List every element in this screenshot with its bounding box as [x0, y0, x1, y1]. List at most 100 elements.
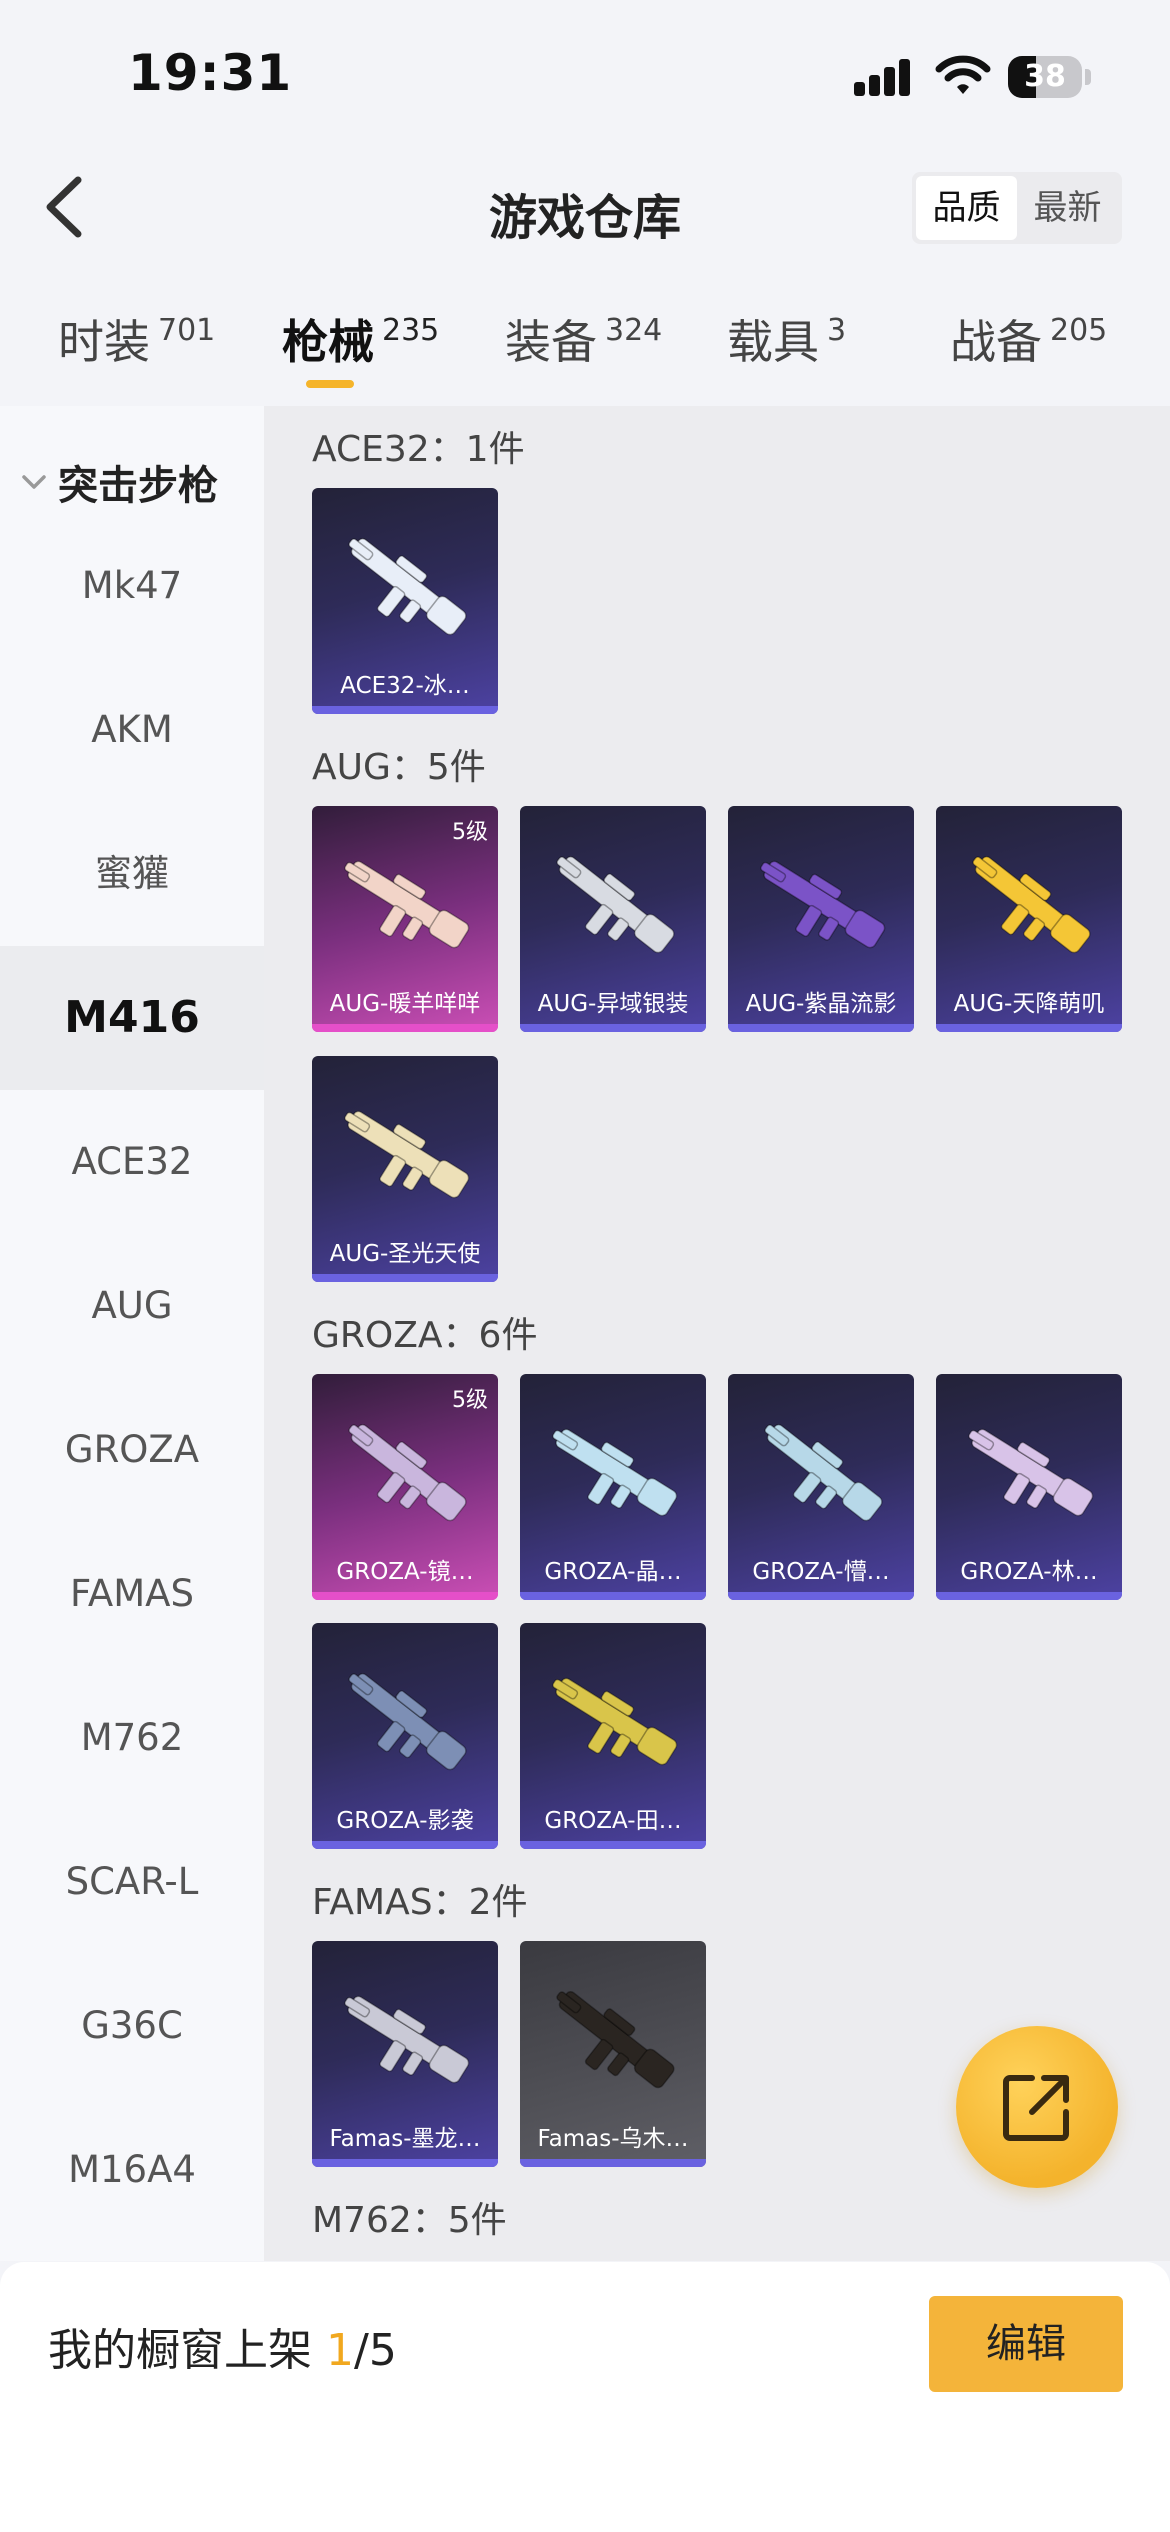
tab-fashion[interactable]: 时装 701 [58, 306, 215, 372]
weapon-grid: ACE32：1件 ACE32-冰… AUG：5件 5级 AUG-暖羊咩咩 AUG-异域银装… [264, 406, 1170, 2261]
showcase-status: 我的橱窗上架 1/5 [48, 2314, 397, 2378]
rarity-stripe [312, 1841, 498, 1849]
weapon-card[interactable]: AUG-紫晶流影 [728, 806, 914, 1032]
rarity-stripe [312, 1274, 498, 1282]
weapon-skin-image [760, 860, 886, 949]
tab-count: 205 [1050, 313, 1108, 348]
weapon-skin-image [344, 1995, 470, 2084]
sidebar-group-label: 突击步枪 [58, 463, 218, 509]
weapon-card[interactable]: GROZA-懵… [728, 1374, 914, 1600]
weapon-name: AUG-紫晶流影 [745, 991, 897, 1017]
tab-count: 3 [827, 313, 847, 348]
section-title: AUG：5件 [312, 747, 486, 788]
sort-toggle: 品质 最新 [912, 172, 1122, 244]
showcase-current-count: 1 [326, 2325, 354, 2376]
rarity-stripe [728, 1024, 914, 1032]
weapon-card[interactable]: Famas-乌木… [520, 1941, 706, 2167]
weapon-card[interactable]: AUG-圣光天使 [312, 1056, 498, 1282]
tab-label: 装备 [505, 315, 597, 369]
bottom-bar: 我的橱窗上架 1/5 编辑 [0, 2262, 1170, 2532]
weapon-card[interactable]: GROZA-晶… [520, 1374, 706, 1600]
weapon-card[interactable]: GROZA-田… [520, 1623, 706, 1849]
sidebar-item[interactable]: G36C [0, 1954, 264, 2098]
weapon-skin-image [556, 1991, 675, 2089]
weapon-skin-image [764, 1424, 883, 1522]
sidebar-item[interactable]: GROZA [0, 1378, 264, 1522]
level-badge: 5级 [452, 1388, 488, 1413]
rarity-stripe [312, 706, 498, 714]
rarity-stripe [728, 1592, 914, 1600]
rarity-stripe [520, 1841, 706, 1849]
chevron-down-icon [22, 475, 46, 489]
weapon-name: GROZA-晶… [544, 1559, 682, 1585]
weapon-name: ACE32-冰… [340, 673, 470, 699]
battery-icon: 38 [1008, 56, 1091, 98]
weapon-skin-image [344, 1110, 470, 1199]
share-icon [1003, 2075, 1069, 2141]
weapon-card[interactable]: 5级 GROZA-镜… [312, 1374, 498, 1600]
sidebar-group-assault-rifles[interactable]: 突击步枪 [0, 452, 264, 512]
weapon-skin-image [552, 1428, 678, 1517]
tab-label: 时装 [58, 315, 150, 369]
cellular-signal-icon [854, 59, 910, 96]
rarity-stripe [520, 2159, 706, 2167]
sort-by-newest[interactable]: 最新 [1017, 176, 1118, 240]
weapon-name: Famas-墨龙… [329, 2126, 481, 2152]
weapon-card[interactable]: ACE32-冰… [312, 488, 498, 714]
sidebar-item[interactable]: M762 [0, 1666, 264, 1810]
sidebar-item[interactable]: AKM [0, 658, 264, 802]
rarity-stripe [520, 1592, 706, 1600]
level-badge: 5级 [452, 820, 488, 845]
sidebar-item[interactable]: SCAR-L [0, 1810, 264, 1954]
sidebar-item[interactable]: 蜜獾 [0, 802, 264, 946]
weapon-card[interactable]: AUG-异域银装 [520, 806, 706, 1032]
tab-count: 701 [158, 313, 216, 348]
section-title: M762：5件 [312, 2200, 507, 2241]
weapon-card[interactable]: GROZA-林… [936, 1374, 1122, 1600]
tab-label: 载具 [727, 315, 819, 369]
edit-button[interactable]: 编辑 [929, 2296, 1123, 2392]
section-title: ACE32：1件 [312, 429, 525, 470]
weapon-name: GROZA-林… [960, 1559, 1098, 1585]
weapon-name: GROZA-田… [544, 1808, 682, 1834]
active-tab-indicator [306, 380, 354, 388]
rarity-stripe [312, 1024, 498, 1032]
sidebar-item[interactable]: Mk47 [0, 514, 264, 658]
tab-count: 324 [605, 313, 663, 348]
weapon-card[interactable]: GROZA-影袭 [312, 1623, 498, 1849]
weapon-skin-image [348, 1424, 467, 1522]
weapon-card[interactable]: 5级 AUG-暖羊咩咩 [312, 806, 498, 1032]
sidebar-item[interactable]: M16A4 [0, 2098, 264, 2242]
tab-vehicles[interactable]: 载具 3 [727, 306, 846, 372]
tab-gear[interactable]: 战备 205 [950, 306, 1107, 372]
weapon-name: AUG-异域银装 [537, 991, 689, 1017]
showcase-total-count: /5 [354, 2325, 397, 2376]
sidebar-item[interactable]: AUG [0, 1234, 264, 1378]
sidebar-item[interactable]: M416 [0, 946, 264, 1090]
section-title: GROZA：6件 [312, 1315, 538, 1356]
weapon-card[interactable]: Famas-墨龙… [312, 1941, 498, 2167]
weapon-card[interactable]: AUG-天降萌叽 [936, 806, 1122, 1032]
tab-label: 枪械 [282, 315, 374, 369]
share-button[interactable] [956, 2026, 1118, 2188]
weapon-name: GROZA-懵… [752, 1559, 890, 1585]
rarity-stripe [936, 1592, 1122, 1600]
battery-level: 38 [1024, 59, 1066, 94]
tab-label: 战备 [950, 315, 1042, 369]
tab-equipment[interactable]: 装备 324 [505, 306, 662, 372]
weapon-name: GROZA-影袭 [336, 1808, 474, 1834]
sort-by-quality[interactable]: 品质 [916, 176, 1017, 240]
weapon-skin-image [968, 1428, 1094, 1517]
weapon-name: AUG-暖羊咩咩 [329, 991, 481, 1017]
sidebar-item[interactable]: ACE32 [0, 1090, 264, 1234]
weapon-sidebar: 突击步枪 Mk47 AKM 蜜獾 M416 ACE32 AUG GROZA FAMAS M762… [0, 406, 264, 2261]
rarity-stripe [936, 1024, 1122, 1032]
sidebar-item[interactable]: FAMAS [0, 1522, 264, 1666]
category-tabs: 时装 701 枪械 235 装备 324 载具 3 战备 205 [0, 306, 1170, 396]
weapon-skin-image [348, 1673, 467, 1771]
weapon-skin-image [348, 538, 467, 636]
weapon-name: AUG-天降萌叽 [953, 991, 1105, 1017]
tab-weapons[interactable]: 枪械 235 [282, 306, 439, 372]
wifi-icon [935, 55, 991, 94]
weapon-name: Famas-乌木… [537, 2126, 689, 2152]
